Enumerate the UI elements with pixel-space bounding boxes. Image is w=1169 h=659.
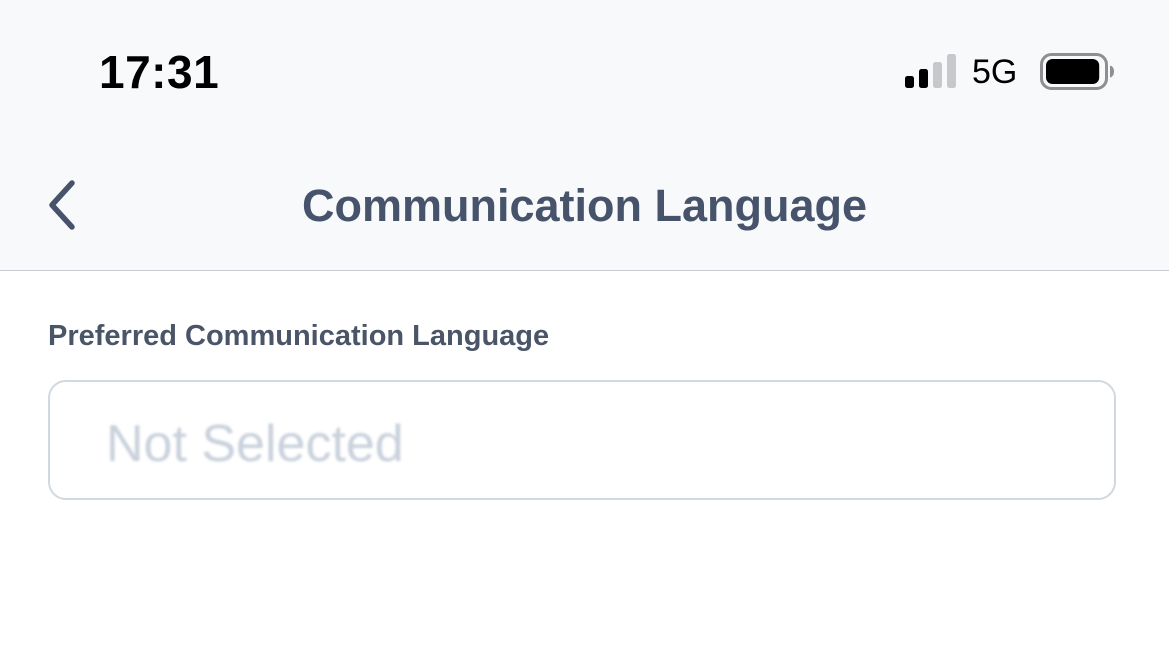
language-field-label: Preferred Communication Language bbox=[48, 320, 550, 352]
network-type: 5G bbox=[972, 53, 1018, 91]
header: 17:31 5G Communication Language bbox=[0, 0, 1169, 271]
language-select-placeholder: Not Selected bbox=[106, 415, 404, 473]
page-title: Communication Language bbox=[301, 180, 868, 231]
app-screen: 17:31 5G Communication Language Preferre… bbox=[0, 0, 1169, 659]
signal-bar-3 bbox=[933, 62, 942, 88]
signal-bar-4 bbox=[947, 54, 956, 88]
signal-bars-icon bbox=[905, 54, 959, 88]
signal-bar-1 bbox=[905, 76, 914, 88]
battery-level-fill bbox=[1046, 59, 1100, 84]
language-select[interactable]: Not Selected bbox=[48, 380, 1116, 500]
signal-bar-2 bbox=[919, 69, 928, 88]
status-time: 17:31 bbox=[99, 46, 220, 98]
battery-icon bbox=[1040, 53, 1114, 90]
